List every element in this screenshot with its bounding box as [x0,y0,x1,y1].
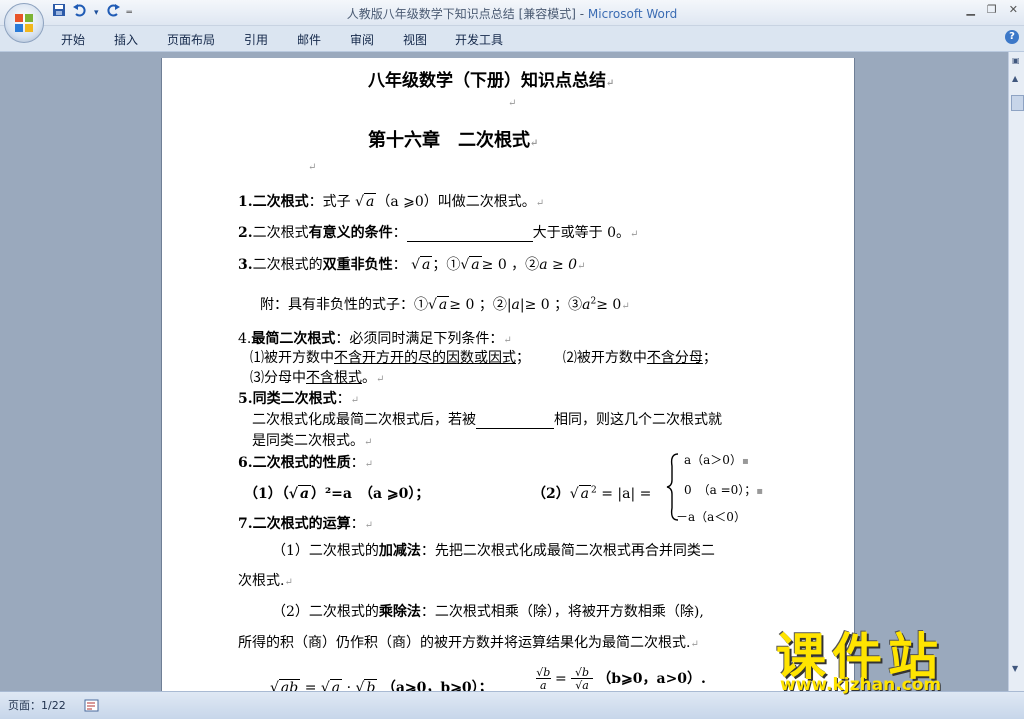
section-5-line-2: 是同类二次根式。↵ [252,433,373,449]
chapter-title: 第十六章 二次根式↵ [368,130,539,151]
vertical-scrollbar[interactable]: ▣ ▲ ▼ [1008,52,1024,691]
section-1: 1.二次根式：式子 √ a （a ⩾0）叫做二次根式。↵ [238,193,545,210]
formula-quotient: √b a = √b √a （b⩾0，a>0）. [536,666,706,692]
tab-developer[interactable]: 开发工具 [455,31,503,48]
watermark-url: www.kjzhan.com [780,675,942,695]
tab-page-layout[interactable]: 页面布局 [167,31,215,48]
scrollbar-thumb[interactable] [1011,95,1024,111]
section-5-line-1: 二次根式化成最简二次根式后，若被 相同，则这几个二次根式就 [252,412,722,429]
section-4: 4.最简二次根式：必须同时满足下列条件：↵ [238,331,512,347]
section-5: 5.同类二次根式：↵ [238,391,360,407]
property-2: （2）√ a 2 = |a| = [532,485,652,502]
office-button[interactable] [4,3,44,43]
window-controls: ▁ ❐ ✕ [966,3,1018,16]
case-2: 0 （a =0）；▪ [684,483,764,497]
doc-title: 八年级数学（下册）知识点总结↵ [368,71,615,91]
help-icon[interactable]: ? [1005,30,1019,44]
paragraph-mark: ↵ [508,98,517,109]
document-title: 人教版八年级数学下知识点总结 [兼容模式] - [346,7,588,21]
addition-rule-cont: 次根式.↵ [238,573,293,589]
minimize-icon[interactable]: ▁ [966,3,974,16]
office-logo-icon [15,14,33,32]
page-counter[interactable]: 页面：1/22 [8,697,66,713]
app-name: Microsoft Word [587,7,678,21]
close-icon[interactable]: ✕ [1009,3,1018,16]
fill-blank [476,415,554,429]
paragraph-mark: ↵ [308,162,317,173]
ruler-toggle-icon[interactable]: ▣ [1012,56,1020,65]
tab-home[interactable]: 开始 [61,31,85,48]
section-6: 6.二次根式的性质：↵ [238,455,374,471]
proofing-icon[interactable] [84,698,100,717]
fill-blank [406,228,533,242]
tab-view[interactable]: 视图 [403,31,427,48]
case-1: a（a＞0）▪ [684,453,749,467]
ribbon-tabs: 开始 插入 页面布局 引用 邮件 审阅 视图 开发工具 ? [0,26,1024,52]
case-3: －a（a＜0） [676,510,746,524]
tab-review[interactable]: 审阅 [350,31,374,48]
section-7: 7.二次根式的运算：↵ [238,516,374,532]
tab-mailings[interactable]: 邮件 [297,31,321,48]
status-bar: 页面：1/22 [0,691,1024,719]
multiplication-rule: （2）二次根式的乘除法：二次根式相乘（除），将被开方数相乘（除), [272,604,704,620]
section-3: 3.二次根式的双重非负性： √ a ；①√ a ≥ 0 ，②a ≥ 0↵ [238,256,586,273]
section-4-conditions-2: ⑶分母中不含根式。↵ [250,370,385,386]
window-title: 人教版八年级数学下知识点总结 [兼容模式] - Microsoft Word [0,5,1024,22]
section-4-conditions-1: ⑴被开方数中不含开方开的尽的因数或因式； ⑵被开方数中不含分母； [250,350,717,366]
tab-references[interactable]: 引用 [244,31,268,48]
addition-rule: （1）二次根式的加减法：先把二次根式化成最简二次根式再合并同类二 [272,543,715,559]
section-3-note: 附：具有非负性的式子：①√ a ≥ 0 ；②|a|≥ 0 ；③a2≥ 0↵ [260,296,630,313]
document-page[interactable]: 八年级数学（下册）知识点总结↵ ↵ 第十六章 二次根式↵ ↵ 1.二次根式：式子… [161,58,855,698]
restore-icon[interactable]: ❐ [987,3,997,16]
section-2: 2.二次根式有意义的条件： 大于或等于 0。↵ [238,225,639,242]
scroll-down-icon[interactable]: ▼ [1012,664,1018,673]
scroll-up-icon[interactable]: ▲ [1012,74,1018,83]
title-bar: ▾ ═ 人教版八年级数学下知识点总结 [兼容模式] - Microsoft Wo… [0,0,1024,26]
watermark-logo: 课件站 www.kjzhan.com [772,617,1008,695]
tab-insert[interactable]: 插入 [114,31,138,48]
multiplication-rule-cont: 所得的积（商）仍作积（商）的被开方数并将运算结果化为最简二次根式.↵ [238,635,699,651]
property-1: （1）（√ a ）²=a （a ⩾0）； [244,485,430,502]
